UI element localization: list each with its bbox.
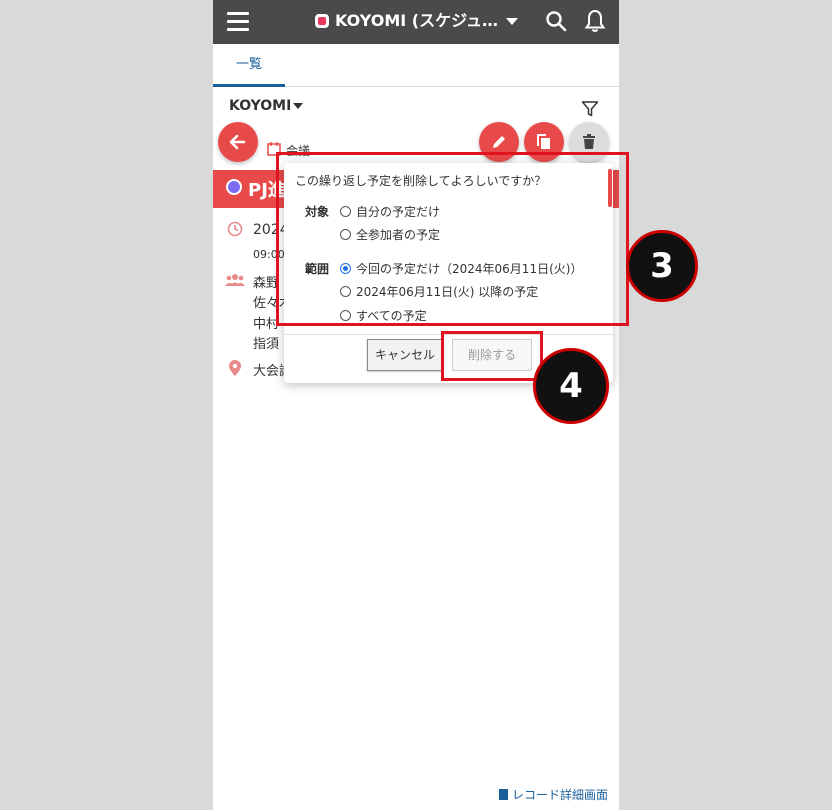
dialog-question: この繰り返し予定を削除してよろしいですか？: [295, 174, 547, 188]
event-type-icon: [226, 179, 242, 195]
record-title: PJ進: [248, 180, 286, 201]
confirm-delete-button[interactable]: 削除する: [452, 339, 532, 371]
target-option-all[interactable]: 全参加者の予定: [340, 226, 440, 243]
dialog-scrollbar[interactable]: [608, 169, 612, 207]
radio-button[interactable]: [340, 310, 351, 321]
edit-button[interactable]: [479, 122, 519, 162]
radio-button-selected[interactable]: [340, 263, 351, 274]
attendees-icon: [225, 272, 245, 291]
cancel-button[interactable]: キャンセル: [367, 339, 443, 371]
range-label: 範囲: [305, 262, 330, 276]
location-pin-icon: [229, 360, 241, 380]
attendee-3: 中村: [253, 317, 280, 332]
pencil-icon: [493, 136, 505, 148]
view-selector-label: KOYOMI: [229, 98, 292, 114]
calendar-icon: [267, 141, 281, 160]
attendee-1: 森野: [253, 276, 280, 291]
record-category: 会議: [286, 144, 311, 158]
step-badge-4: 4: [533, 348, 609, 424]
app-logo-icon: [315, 14, 329, 28]
app-switcher-chevron-down-icon[interactable]: [506, 18, 518, 25]
record-detail-link[interactable]: レコード詳細画面: [499, 786, 608, 803]
search-icon[interactable]: [545, 10, 567, 32]
radio-button[interactable]: [340, 206, 351, 217]
range-option-all-label: すべての予定: [356, 309, 427, 323]
target-option-all-label: 全参加者の予定: [356, 228, 441, 242]
range-option-this-label: 今回の予定だけ（2024年06月11日(火)）: [356, 262, 583, 276]
step-badge-3: 3: [626, 230, 698, 302]
view-bar: KOYOMI: [213, 88, 619, 124]
tab-bar: 一覧: [213, 44, 619, 87]
record-time: 09:00: [253, 248, 285, 261]
record-detail-link-label: レコード詳細画面: [512, 788, 609, 802]
hamburger-menu-icon[interactable]: [227, 12, 249, 32]
delete-button[interactable]: [569, 122, 609, 162]
chevron-down-icon: [293, 103, 304, 109]
notification-bell-icon[interactable]: [584, 9, 606, 33]
filter-icon[interactable]: [581, 100, 599, 118]
target-label: 対象: [305, 205, 330, 219]
document-icon: [499, 789, 508, 800]
range-option-all[interactable]: すべての予定: [340, 307, 427, 324]
clock-icon: [227, 221, 243, 241]
dialog-divider: [284, 334, 613, 335]
range-option-this[interactable]: 今回の予定だけ（2024年06月11日(火)）: [340, 260, 582, 277]
tab-list[interactable]: 一覧: [213, 44, 285, 87]
copy-button[interactable]: [524, 122, 564, 162]
target-option-self-label: 自分の予定だけ: [356, 205, 441, 219]
back-button[interactable]: [218, 122, 258, 162]
radio-button[interactable]: [340, 229, 351, 240]
arrow-left-icon: [229, 134, 246, 150]
top-bar: KOYOMI (スケジュ…: [213, 0, 619, 44]
trash-icon: [583, 134, 595, 149]
app-title[interactable]: KOYOMI (スケジュ…: [335, 10, 503, 32]
attendee-4: 指須: [253, 337, 280, 352]
range-option-following-label: 2024年06月11日(火) 以降の予定: [356, 285, 539, 299]
target-option-self[interactable]: 自分の予定だけ: [340, 203, 440, 220]
radio-button[interactable]: [340, 286, 351, 297]
copy-icon: [537, 134, 550, 149]
range-option-following[interactable]: 2024年06月11日(火) 以降の予定: [340, 283, 538, 300]
view-selector[interactable]: KOYOMI: [229, 98, 304, 114]
